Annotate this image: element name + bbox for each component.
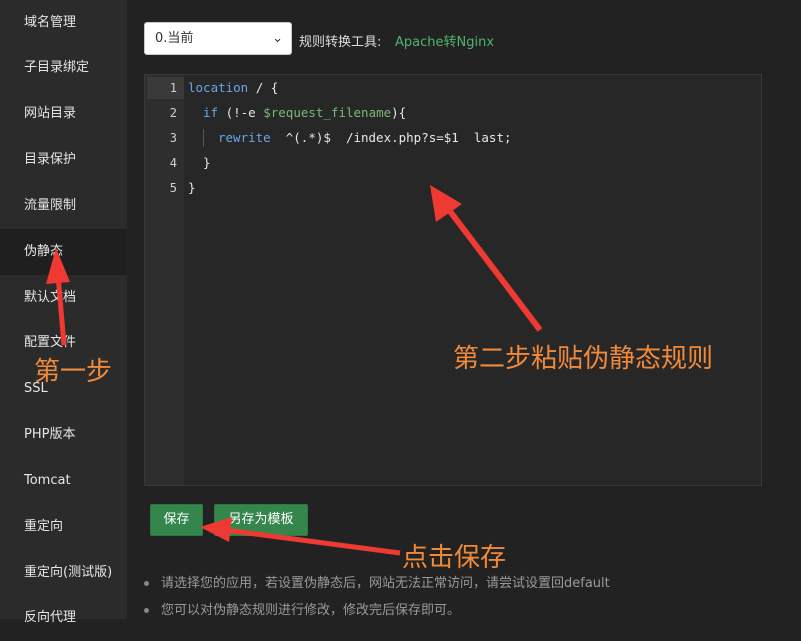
sidebar-item-default-document[interactable]: 默认文档 bbox=[0, 275, 127, 321]
sidebar-item-directory-protection[interactable]: 目录保护 bbox=[0, 137, 127, 183]
rewrite-rule-select-value: 0.当前 bbox=[155, 31, 194, 46]
sidebar: 域名管理 子目录绑定 网站目录 目录保护 流量限制 伪静态 默认文档 配置文件 … bbox=[0, 0, 127, 625]
line-number: 1 bbox=[169, 81, 177, 95]
rewrite-rule-select[interactable]: 0.当前 ⌄ bbox=[144, 22, 292, 55]
bullet-icon bbox=[144, 608, 149, 613]
apache-to-nginx-link[interactable]: Apache转Nginx bbox=[395, 31, 494, 50]
code-keyword: rewrite bbox=[218, 130, 271, 145]
sidebar-item-tomcat[interactable]: Tomcat bbox=[0, 458, 127, 504]
line-number-gutter: 1 2 3 4 5 bbox=[145, 75, 184, 485]
sidebar-item-redirect[interactable]: 重定向 bbox=[0, 504, 127, 550]
bullet-icon bbox=[144, 581, 149, 586]
annotation-step1: 第一步 bbox=[34, 357, 113, 387]
sidebar-item-php-version[interactable]: PHP版本 bbox=[0, 412, 127, 458]
annotation-step2: 第二步粘贴伪静态规则 bbox=[453, 344, 714, 374]
code-line-3: rewrite ^(.*)$ /index.php?s=$1 last; bbox=[218, 130, 512, 145]
annotation-step3: 点击保存 bbox=[402, 543, 507, 573]
code-text: ){ bbox=[391, 105, 407, 120]
rule-converter-label: 规则转换工具: bbox=[299, 35, 382, 50]
sidebar-item-site-directory[interactable]: 网站目录 bbox=[0, 91, 127, 137]
code-text: } bbox=[203, 155, 211, 170]
code-text: } bbox=[188, 180, 196, 195]
note-text: 请选择您的应用，若设置伪静态后，网站无法正常访问，请尝试设置回default bbox=[161, 576, 610, 591]
note-item: 您可以对伪静态规则进行修改，修改完后保存即可。 bbox=[144, 599, 460, 618]
save-button[interactable]: 保存 bbox=[150, 504, 203, 536]
sidebar-item-reverse-proxy[interactable]: 反向代理 bbox=[0, 595, 127, 641]
code-variable: $request_filename bbox=[263, 105, 392, 120]
rewrite-rule-editor[interactable]: 1 2 3 4 5 location / { if (!-e $request_… bbox=[144, 74, 762, 486]
line-number: 3 bbox=[169, 131, 177, 145]
sidebar-item-domain-management[interactable]: 域名管理 bbox=[0, 0, 127, 46]
note-item: 请选择您的应用，若设置伪静态后，网站无法正常访问，请尝试设置回default bbox=[144, 572, 610, 591]
note-text: 您可以对伪静态规则进行修改，修改完后保存即可。 bbox=[161, 603, 461, 618]
code-line-2: if (!-e $request_filename){ bbox=[203, 105, 406, 120]
sidebar-item-redirect-beta[interactable]: 重定向(测试版) bbox=[0, 550, 127, 596]
code-text: ^(.*)$ /index.php?s=$1 last; bbox=[270, 130, 512, 145]
save-as-template-button[interactable]: 另存为模板 bbox=[214, 504, 308, 536]
line-number: 5 bbox=[169, 181, 177, 195]
code-text: / { bbox=[248, 80, 279, 95]
sidebar-item-rewrite[interactable]: 伪静态 bbox=[0, 229, 127, 275]
sidebar-item-subdirectory-binding[interactable]: 子目录绑定 bbox=[0, 45, 127, 91]
code-keyword: location bbox=[188, 80, 249, 95]
indent-guide bbox=[203, 129, 204, 147]
chevron-down-icon: ⌄ bbox=[272, 31, 283, 46]
code-line-1: location / { bbox=[188, 80, 278, 95]
line-number: 4 bbox=[169, 156, 177, 170]
code-line-5: } bbox=[188, 180, 196, 195]
code-text: (!-e bbox=[218, 105, 264, 120]
line-number: 2 bbox=[169, 106, 177, 120]
code-line-4: } bbox=[203, 155, 211, 170]
sidebar-item-traffic-limit[interactable]: 流量限制 bbox=[0, 183, 127, 229]
code-keyword: if bbox=[203, 105, 219, 120]
